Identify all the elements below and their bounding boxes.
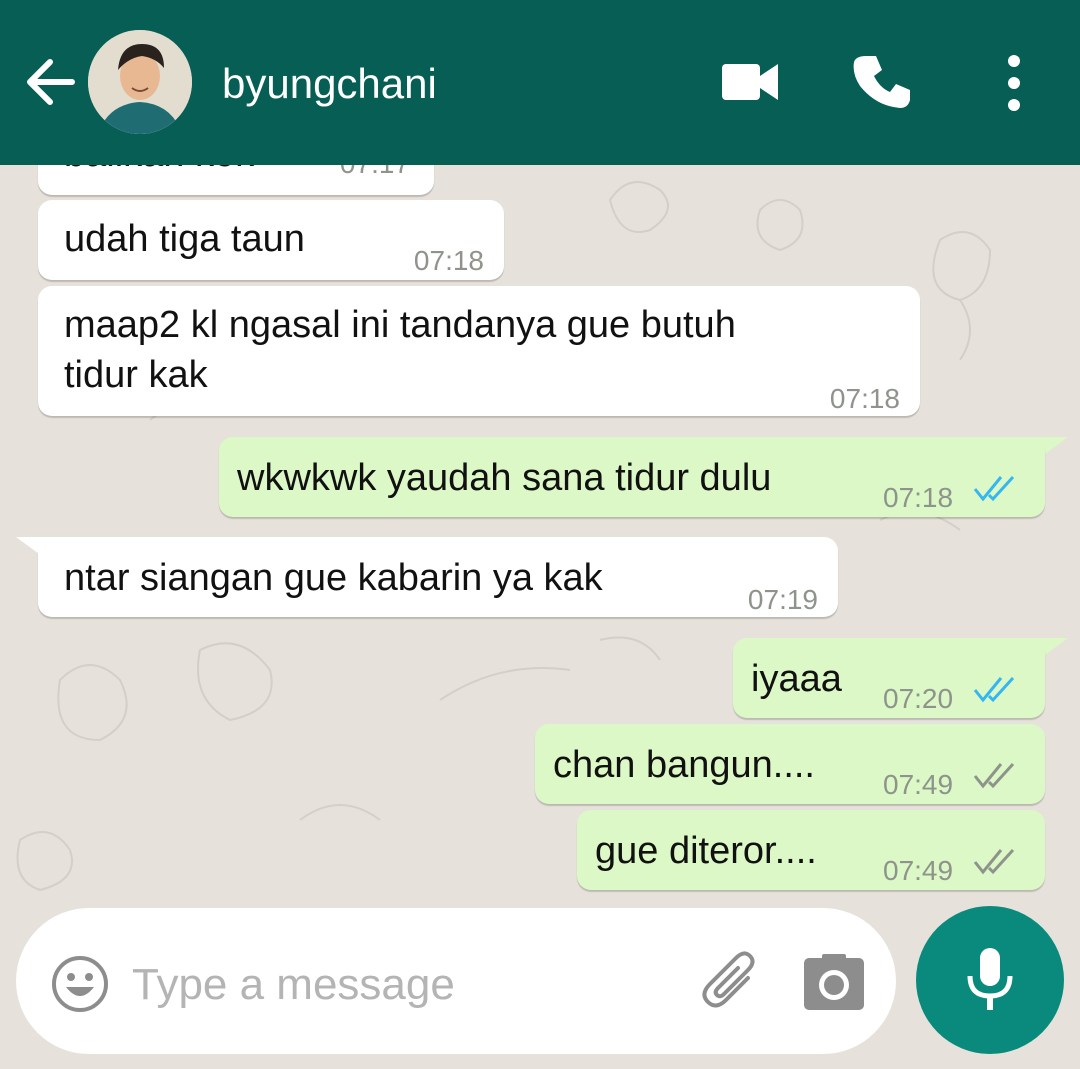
message-time: 07:19 <box>747 584 818 615</box>
message-incoming[interactable]: ntar siangan gue kabarin ya kak 07:19 <box>38 537 838 617</box>
message-outgoing[interactable]: chan bangun.... 07:49 <box>535 724 1045 804</box>
message-incoming[interactable]: udah tiga taun 07:18 <box>38 200 504 280</box>
message-time: 07:18 <box>883 482 954 513</box>
message-text: gue diteror.... <box>595 830 817 872</box>
message-outgoing[interactable]: wkwkwk yaudah sana tidur dulu 07:18 <box>219 437 1045 517</box>
delivered-receipt-icon <box>973 762 1015 789</box>
message-time: 07:49 <box>883 855 954 886</box>
message-time: 07:17 <box>340 165 410 189</box>
message-incoming[interactable]: balikan kok 07:17 <box>38 165 434 195</box>
message-outgoing[interactable]: gue diteror.... 07:49 <box>577 810 1045 890</box>
video-call-icon[interactable] <box>720 60 780 104</box>
message-outgoing[interactable]: iyaaa 07:20 <box>733 638 1045 718</box>
contact-avatar[interactable] <box>88 30 192 134</box>
message-time: 07:18 <box>413 245 484 276</box>
contact-name[interactable]: byungchani <box>222 60 437 108</box>
message-text: balikan kok <box>64 165 254 179</box>
camera-icon[interactable] <box>802 952 866 1012</box>
more-vertical-icon[interactable] <box>998 54 1030 112</box>
message-incoming[interactable]: maap2 kl ngasal ini tandanya gue butuh t… <box>38 286 920 416</box>
chat-header: byungchani <box>0 0 1080 165</box>
message-text: wkwkwk yaudah sana tidur dulu <box>237 457 772 499</box>
message-input[interactable] <box>130 952 674 1018</box>
paperclip-icon[interactable] <box>700 950 766 1016</box>
message-text-line: maap2 kl ngasal ini tandanya gue butuh <box>64 304 736 346</box>
avatar-photo <box>88 30 192 134</box>
delivered-receipt-icon <box>973 848 1015 875</box>
message-text: udah tiga taun <box>64 218 305 260</box>
message-text: iyaaa <box>751 658 842 700</box>
message-list[interactable]: balikan kok 07:17 udah tiga taun 07:18 m… <box>0 165 1080 905</box>
emoji-icon[interactable] <box>50 954 110 1014</box>
message-text-line: tidur kak <box>64 354 208 396</box>
read-receipt-icon <box>973 676 1015 703</box>
read-receipt-icon <box>973 475 1015 502</box>
message-time: 07:49 <box>883 769 954 800</box>
message-text: ntar siangan gue kabarin ya kak <box>64 557 603 599</box>
message-text: chan bangun.... <box>553 744 815 786</box>
microphone-icon <box>967 948 1013 1010</box>
back-arrow-icon[interactable] <box>22 52 78 112</box>
voice-record-button[interactable] <box>916 906 1064 1054</box>
message-time: 07:18 <box>829 383 900 414</box>
phone-icon[interactable] <box>852 52 912 112</box>
message-time: 07:20 <box>883 683 954 714</box>
